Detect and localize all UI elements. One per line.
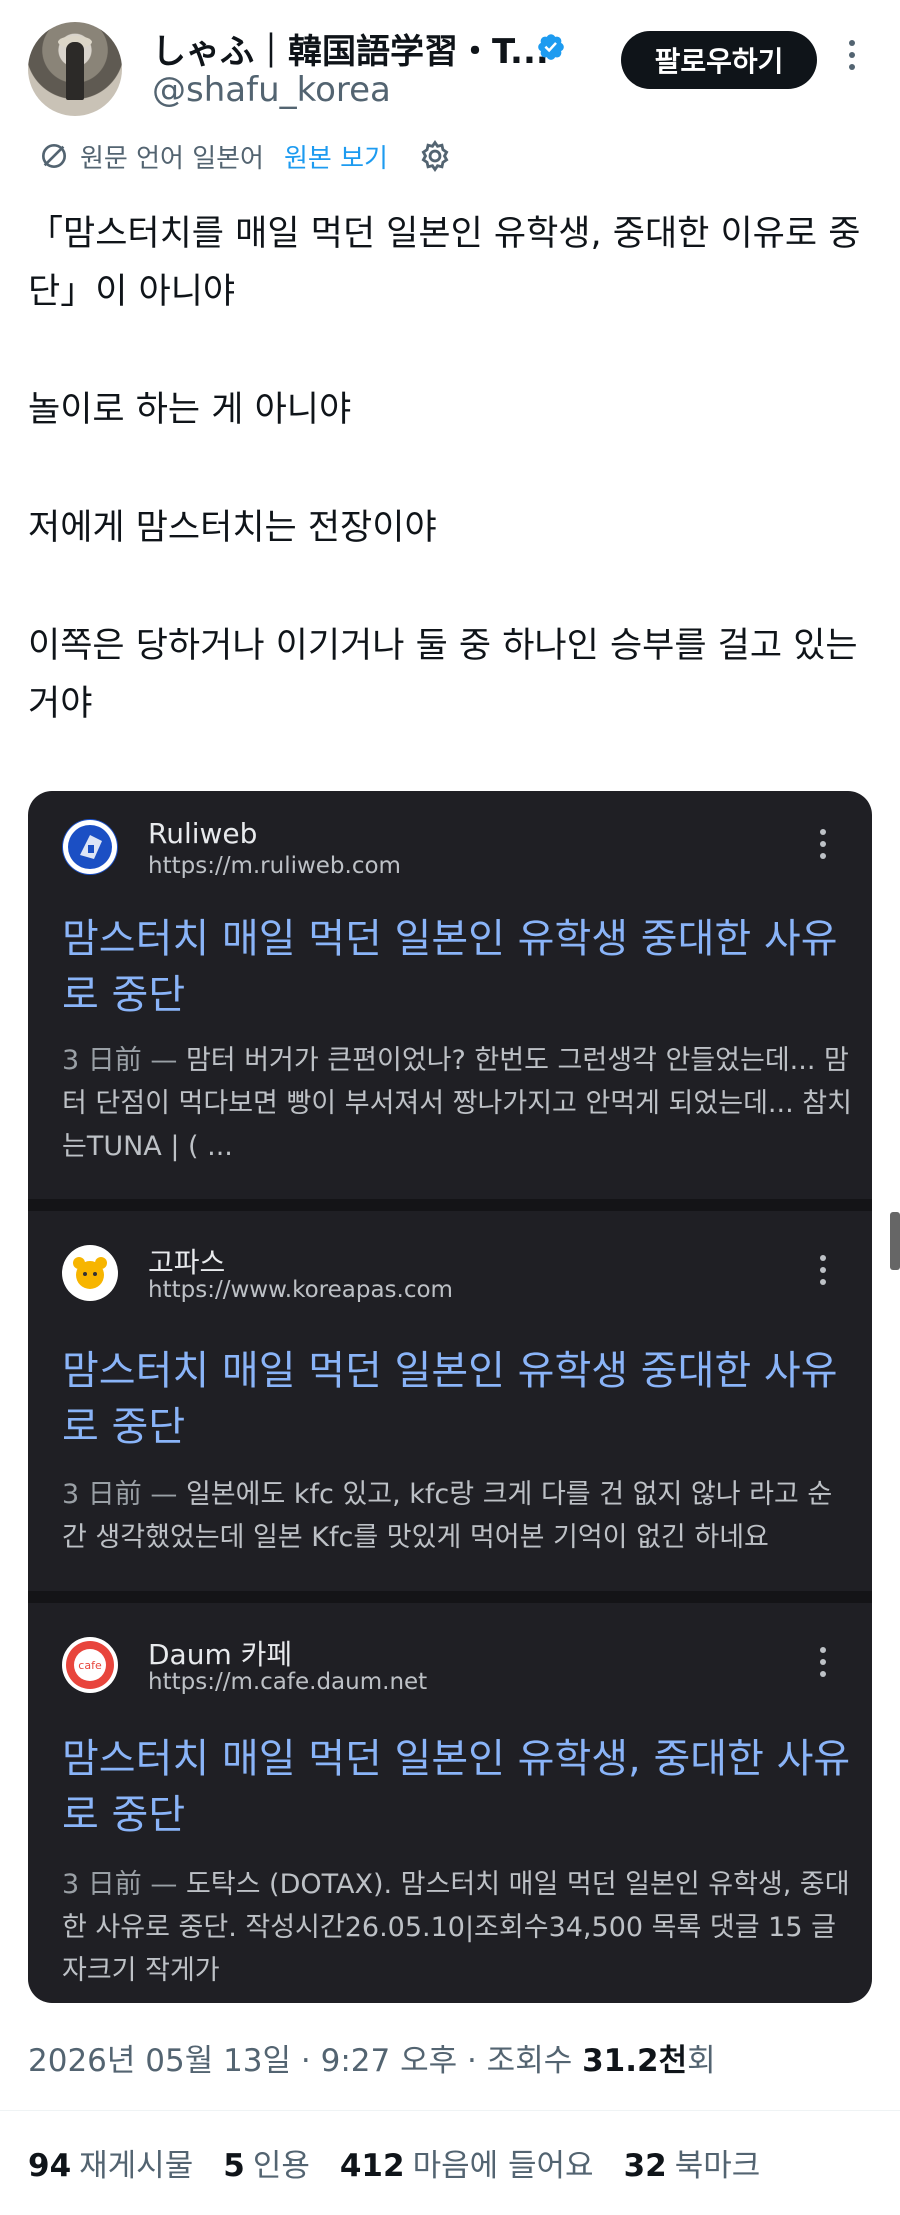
tweet-meta: 2026년 05월 13일 · 9:27 오후 · 조회수 31.2천회 [28, 2035, 716, 2080]
site-name: Ruliweb [148, 817, 258, 850]
result-title[interactable]: 맘스터치 매일 먹던 일본인 유학생 중대한 사유로 중단 [62, 911, 862, 1023]
bookmarks-label: 북마크 [674, 2148, 761, 2184]
result-snippet: 3 日前 — 일본에도 kfc 있고, kfc랑 크게 다를 건 없지 않나 라… [62, 1473, 852, 1559]
divider [0, 2110, 900, 2111]
result-snippet: 3 日前 — 맘터 버거가 큰편이었나? 한번도 그런생각 안들었는데... 맘… [62, 1039, 852, 1168]
avatar[interactable] [28, 22, 122, 116]
result-title[interactable]: 맘스터치 매일 먹던 일본인 유학생 중대한 사유로 중단 [62, 1343, 862, 1455]
original-language-label: 원문 언어 일본어 [80, 143, 264, 174]
translation-bar: 원문 언어 일본어 원본 보기 [38, 136, 452, 176]
gear-icon[interactable] [418, 139, 452, 173]
result-divider [28, 1199, 872, 1211]
tweet-line: 「맘스터치를 매일 먹던 일본인 유학생, 중대한 이유로 중단」이 아니야 [28, 214, 861, 312]
quotes-count: 5 [223, 2148, 245, 2184]
show-original-link[interactable]: 원본 보기 [284, 138, 388, 175]
tweet-line: 저에게 맘스터치는 전장이야 [28, 508, 437, 548]
quotes-label: 인용 [252, 2148, 310, 2184]
site-url[interactable]: https://www.koreapas.com [148, 1277, 453, 1303]
tweet-text: 「맘스터치를 매일 먹던 일본인 유학생, 중대한 이유로 중단」이 아니야 놀… [28, 205, 868, 793]
result-menu-icon[interactable] [818, 1255, 828, 1285]
site-name: Daum 카페 [148, 1638, 293, 1671]
reposts-stat[interactable]: 94 재게시물 [28, 2140, 193, 2185]
more-options-icon[interactable] [846, 40, 858, 76]
site-url[interactable]: https://m.ruliweb.com [148, 853, 401, 879]
site-name: 고파스 [148, 1246, 226, 1279]
tweet-line: 놀이로 하는 게 아니야 [28, 390, 352, 430]
avatar-figure [66, 42, 84, 100]
result-title[interactable]: 맘스터치 매일 먹던 일본인 유학생, 중대한 사유로 중단 [62, 1731, 862, 1843]
likes-label: 마음에 들어요 [412, 2148, 594, 2184]
result-date: 3 日前 — [62, 1479, 186, 1510]
translate-icon [42, 144, 66, 168]
koreapas-logo-icon [62, 1245, 118, 1301]
verified-badge-icon [538, 34, 564, 60]
cafe-logo-text: cafe [78, 1659, 102, 1672]
likes-stat[interactable]: 412 마음에 들어요 [340, 2140, 594, 2185]
bookmarks-stat[interactable]: 32 북마크 [624, 2140, 761, 2185]
view-suffix: 회 [687, 2043, 716, 2079]
timestamp[interactable]: 2026년 05월 13일 · 9:27 오후 · 조회수 [28, 2043, 582, 2079]
quotes-stat[interactable]: 5 인용 [223, 2140, 310, 2185]
result-date: 3 日前 — [62, 1045, 186, 1076]
author-name[interactable]: しゃふ｜韓国語学習・T... [152, 24, 549, 73]
daum-cafe-logo-icon: cafe [62, 1637, 118, 1693]
result-divider [28, 1591, 872, 1603]
tweet-line: 이쪽은 당하거나 이기거나 둘 중 하나인 승부를 걸고 있는 거야 [28, 626, 858, 724]
likes-count: 412 [339, 2148, 405, 2184]
result-menu-icon[interactable] [818, 1647, 828, 1677]
tweet-header: しゃふ｜韓国語学習・T... @shafu_korea 팔로우하기 [0, 0, 900, 130]
follow-button[interactable]: 팔로우하기 [621, 31, 817, 89]
search-result[interactable]: 고파스 https://www.koreapas.com 맘스터치 매일 먹던 … [28, 1211, 872, 1591]
result-menu-icon[interactable] [818, 829, 828, 859]
search-results-image[interactable]: Ruliweb https://m.ruliweb.com 맘스터치 매일 먹던… [28, 791, 872, 2003]
result-date: 3 日前 — [62, 1869, 186, 1900]
reposts-label: 재게시물 [79, 2148, 194, 2184]
scrollbar-handle[interactable] [890, 1212, 900, 1270]
engagement-stats: 94 재게시물 5 인용 412 마음에 들어요 32 북마크 [28, 2140, 790, 2185]
search-result[interactable]: cafe Daum 카페 https://m.cafe.daum.net 맘스터… [28, 1603, 872, 2003]
site-url[interactable]: https://m.cafe.daum.net [148, 1669, 427, 1695]
bookmarks-count: 32 [623, 2148, 667, 2184]
result-snippet: 3 日前 — 도탁스 (DOTAX). 맘스터치 매일 먹던 일본인 유학생, … [62, 1863, 852, 1992]
view-count: 31.2천 [582, 2043, 688, 2079]
reposts-count: 94 [28, 2148, 72, 2184]
ruliweb-logo-icon [62, 819, 118, 875]
author-handle[interactable]: @shafu_korea [152, 70, 391, 110]
search-result[interactable]: Ruliweb https://m.ruliweb.com 맘스터치 매일 먹던… [28, 791, 872, 1199]
